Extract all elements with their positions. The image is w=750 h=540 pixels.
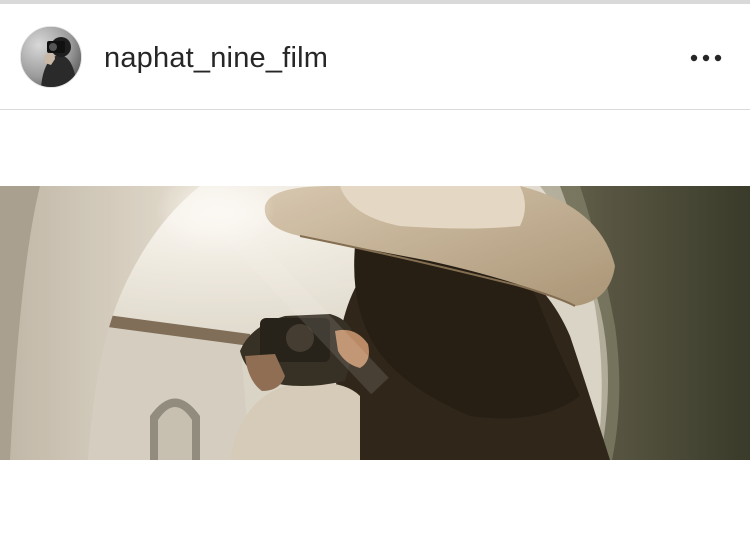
more-options-button[interactable] xyxy=(680,40,732,76)
post-header: naphat_nine_film xyxy=(0,4,750,110)
post-photo[interactable] xyxy=(0,186,750,460)
avatar-image xyxy=(21,27,81,87)
username[interactable]: naphat_nine_film xyxy=(104,40,328,76)
post-photo-image xyxy=(0,186,750,460)
more-horizontal-icon xyxy=(690,54,722,62)
avatar[interactable] xyxy=(20,26,82,88)
